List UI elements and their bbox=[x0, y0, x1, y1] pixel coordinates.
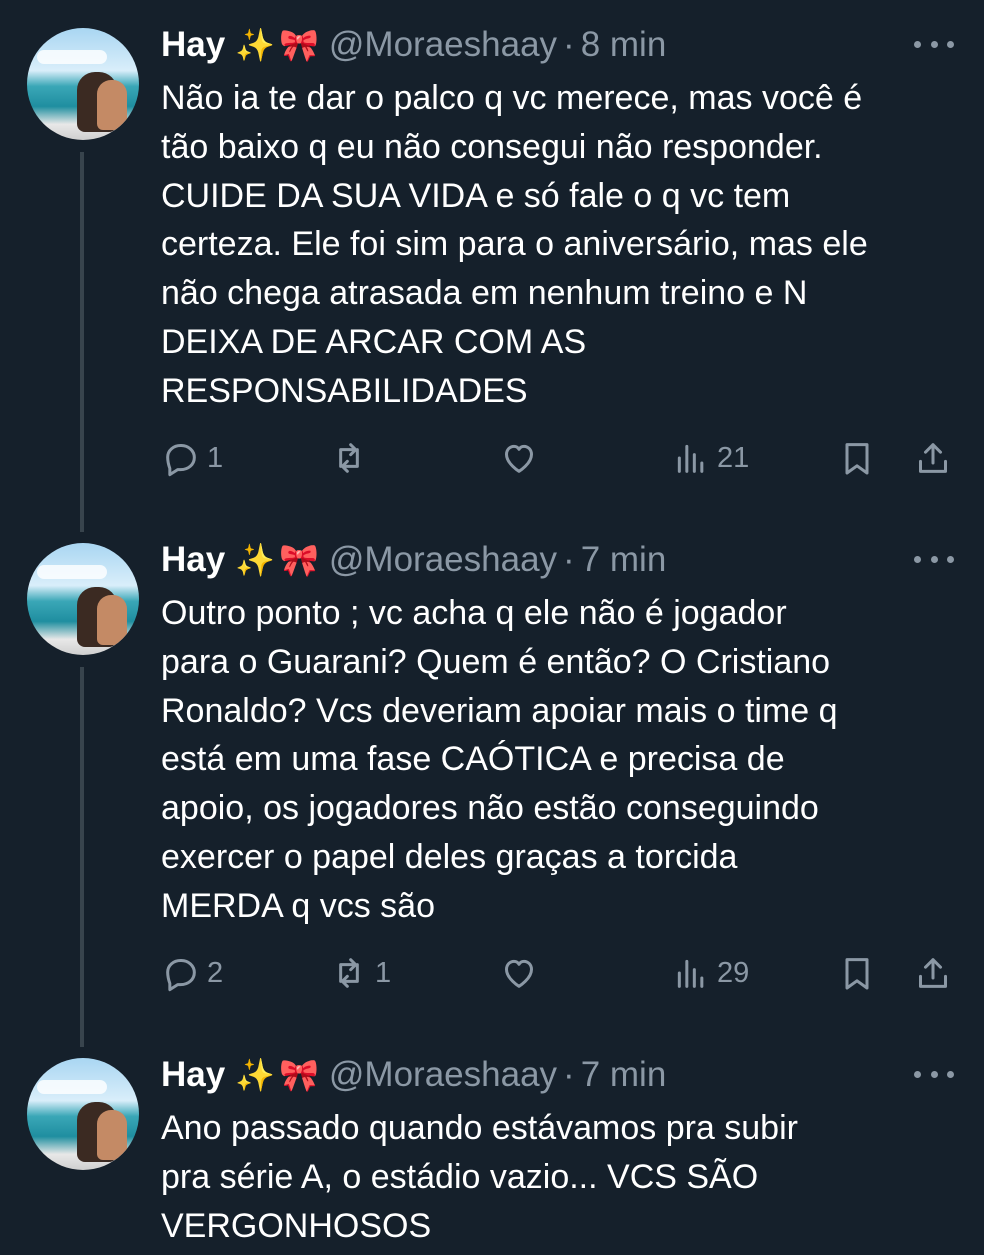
share-button[interactable] bbox=[913, 950, 953, 996]
share-icon bbox=[919, 958, 947, 988]
ribbon-emoji: 🎀 bbox=[279, 27, 319, 63]
tweet-text: Ano passado quando estávamos pra subir p… bbox=[161, 1109, 798, 1245]
reply-count: 1 bbox=[207, 441, 224, 474]
heart-icon bbox=[505, 444, 533, 473]
tweet[interactable]: Hay ✨ 🎀 @Moraeshaay · 7 min Ano passado … bbox=[0, 1030, 984, 1255]
sparkles-emoji: ✨ bbox=[235, 27, 276, 63]
tweet-header: Hay ✨ 🎀 @Moraeshaay · 7 min bbox=[161, 1050, 666, 1100]
views-button[interactable]: 21 bbox=[671, 435, 749, 481]
tweet-text: Não ia te dar o palco q vc merece, mas v… bbox=[161, 79, 868, 410]
timestamp[interactable]: 8 min bbox=[581, 25, 667, 65]
reply-count: 2 bbox=[207, 956, 224, 989]
reply-icon bbox=[166, 959, 196, 992]
sparkles-emoji: ✨ bbox=[235, 1057, 276, 1093]
more-icon[interactable] bbox=[914, 1068, 954, 1080]
separator-dot: · bbox=[563, 25, 575, 64]
retweet-button[interactable]: 1 bbox=[329, 950, 391, 996]
ribbon-emoji: 🎀 bbox=[279, 542, 319, 578]
tweet-header: Hay ✨ 🎀 @Moraeshaay · 8 min bbox=[161, 20, 666, 70]
bookmark-icon bbox=[845, 958, 869, 990]
view-count: 29 bbox=[717, 956, 750, 989]
reply-button[interactable]: 1 bbox=[161, 435, 223, 481]
separator-dot: · bbox=[563, 1055, 575, 1094]
tweet[interactable]: Hay ✨ 🎀 @Moraeshaay · 8 min Não ia te da… bbox=[0, 0, 984, 532]
like-button[interactable] bbox=[499, 950, 545, 996]
retweet-icon bbox=[339, 443, 359, 473]
share-icon bbox=[919, 443, 947, 473]
bookmark-icon bbox=[845, 443, 869, 475]
retweet-count: 1 bbox=[375, 956, 392, 989]
display-name[interactable]: Hay bbox=[161, 540, 225, 580]
avatar[interactable] bbox=[27, 28, 139, 140]
display-name[interactable]: Hay bbox=[161, 25, 225, 65]
avatar[interactable] bbox=[27, 1058, 139, 1170]
sparkles-emoji: ✨ bbox=[235, 542, 276, 578]
share-button[interactable] bbox=[913, 435, 953, 481]
retweet-icon bbox=[339, 958, 359, 988]
more-icon[interactable] bbox=[914, 553, 954, 565]
bookmark-button[interactable] bbox=[837, 435, 877, 481]
more-icon[interactable] bbox=[914, 38, 954, 50]
tweet-text: Outro ponto ; vc acha q ele não é jogado… bbox=[161, 594, 838, 925]
views-icon bbox=[677, 444, 704, 473]
avatar-person-2 bbox=[97, 595, 127, 645]
tweet-actions: 2 1 29 bbox=[161, 950, 961, 996]
heart-icon bbox=[505, 959, 533, 988]
user-handle[interactable]: @Moraeshaay bbox=[329, 540, 557, 580]
avatar-cloud bbox=[37, 1080, 107, 1094]
ribbon-emoji: 🎀 bbox=[279, 1057, 319, 1093]
user-handle[interactable]: @Moraeshaay bbox=[329, 25, 557, 65]
reply-icon bbox=[166, 444, 196, 477]
avatar[interactable] bbox=[27, 543, 139, 655]
thread-line bbox=[80, 152, 84, 532]
timestamp[interactable]: 7 min bbox=[581, 540, 667, 580]
tweet[interactable]: Hay ✨ 🎀 @Moraeshaay · 7 min Outro ponto … bbox=[0, 515, 984, 1047]
avatar-cloud bbox=[37, 565, 107, 579]
user-handle[interactable]: @Moraeshaay bbox=[329, 1055, 557, 1095]
like-button[interactable] bbox=[499, 435, 545, 481]
views-icon bbox=[677, 959, 704, 988]
views-button[interactable]: 29 bbox=[671, 950, 749, 996]
avatar-person-2 bbox=[97, 1110, 127, 1160]
avatar-cloud bbox=[37, 50, 107, 64]
display-name[interactable]: Hay bbox=[161, 1055, 225, 1095]
timestamp[interactable]: 7 min bbox=[581, 1055, 667, 1095]
separator-dot: · bbox=[563, 540, 575, 579]
retweet-button[interactable] bbox=[329, 435, 375, 481]
bookmark-button[interactable] bbox=[837, 950, 877, 996]
tweet-actions: 1 21 bbox=[161, 435, 961, 481]
view-count: 21 bbox=[717, 441, 750, 474]
reply-button[interactable]: 2 bbox=[161, 950, 223, 996]
thread-line bbox=[80, 667, 84, 1047]
tweet-header: Hay ✨ 🎀 @Moraeshaay · 7 min bbox=[161, 535, 666, 585]
avatar-person-2 bbox=[97, 80, 127, 130]
